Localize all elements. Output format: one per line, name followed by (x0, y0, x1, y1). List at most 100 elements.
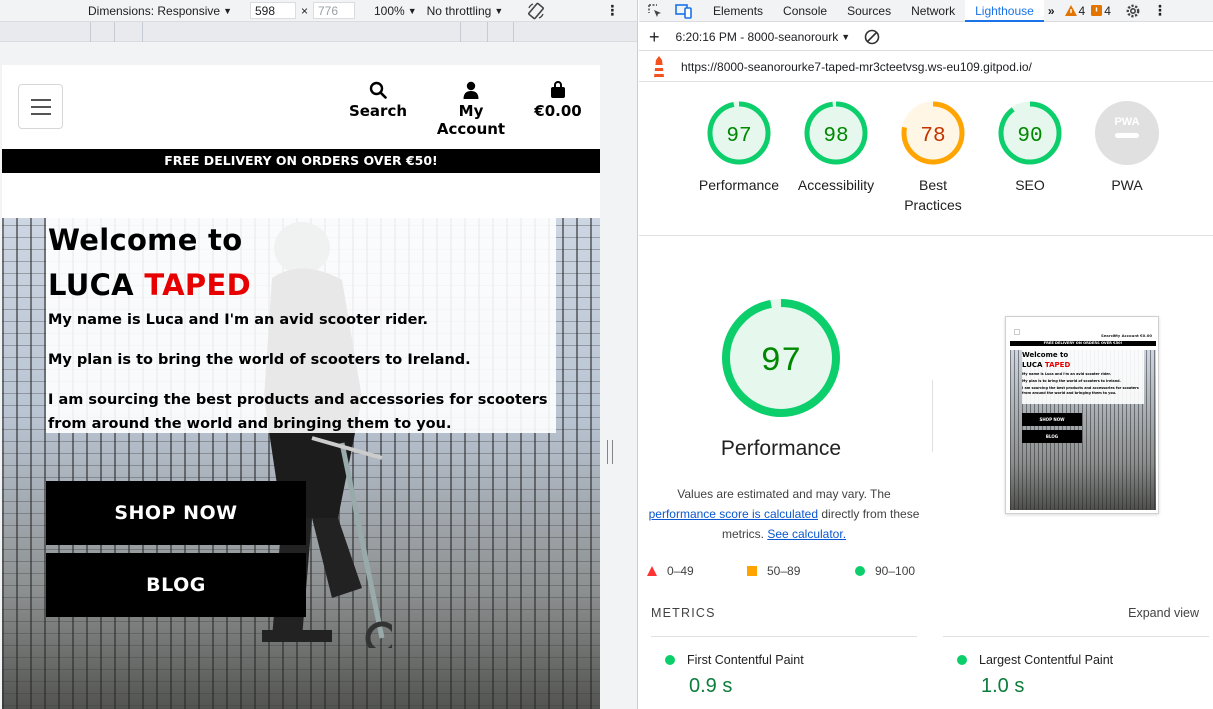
nav-search-label: Search (348, 102, 408, 120)
caret-down-icon: ▼ (223, 5, 232, 16)
nav-my-account[interactable]: My Account (422, 77, 520, 138)
performance-big-gauge: 97 (722, 299, 840, 417)
hero-title-brand: LUCA TAPED (48, 263, 556, 308)
tab-lighthouse[interactable]: Lighthouse (965, 0, 1044, 22)
search-icon (348, 77, 408, 99)
thumb-hero: Welcome to LUCA TAPED My name is Luca an… (1010, 350, 1156, 510)
gauge-performance[interactable]: 97 Performance (684, 100, 794, 195)
gauge-performance-label: Performance (698, 177, 780, 193)
gauge-seo[interactable]: 90 SEO (975, 100, 1085, 195)
issue-square-icon (1091, 5, 1103, 16)
metrics-title: METRICS (651, 606, 716, 620)
report-url-bar: https://8000-seanorourke7-taped-mr3cteet… (639, 52, 1213, 82)
height-input[interactable] (313, 2, 355, 19)
gauge-best-practices-ring: 78 (901, 101, 965, 165)
clear-reports-icon[interactable] (864, 29, 880, 45)
metric-fcp-value: 0.9 s (689, 675, 733, 697)
hamburger-icon-line (30, 98, 51, 101)
more-tabs-icon[interactable]: » (1044, 4, 1059, 18)
blog-button[interactable]: BLOG (46, 553, 306, 617)
thumb-p1: My name is Luca and I'm an avid scooter … (1022, 372, 1111, 376)
thumb-shop-button: SHOP NOW (1022, 413, 1082, 426)
see-calculator-link[interactable]: See calculator. (767, 527, 846, 541)
device-toolbar: Dimensions: Responsive ▼ × 100% ▼ No thr… (0, 0, 637, 22)
hamburger-icon-line (30, 112, 51, 115)
gauge-performance-ring: 97 (707, 101, 771, 165)
rotate-icon[interactable] (527, 2, 545, 20)
throttling-dropdown[interactable]: No throttling ▼ (427, 4, 504, 18)
caret-down-icon: ▼ (407, 5, 417, 16)
menu-toggle-button[interactable] (18, 84, 63, 129)
pass-circle-icon (957, 655, 967, 665)
metric-lcp: Largest Contentful Paint 1.0 s (943, 636, 1209, 698)
hamburger-icon-line (30, 105, 51, 108)
dimensions-label: Dimensions: Responsive (88, 3, 221, 18)
device-toggle-icon[interactable] (675, 3, 693, 19)
device-emulation-pane: Dimensions: Responsive ▼ × 100% ▼ No thr… (0, 0, 638, 709)
gauge-accessibility-score: 98 (823, 125, 848, 148)
issues-count: 4 (1104, 3, 1111, 18)
thumb-hero-text: Welcome to LUCA TAPED My name is Luca an… (1022, 350, 1144, 404)
zoom-label: 100% (374, 3, 405, 18)
tab-console[interactable]: Console (773, 0, 837, 22)
throttling-label: No throttling (426, 3, 492, 18)
tab-elements[interactable]: Elements (703, 0, 773, 22)
devtools-menu-icon[interactable]: ⋮ (1153, 2, 1167, 19)
shop-now-button[interactable]: SHOP NOW (46, 481, 306, 545)
score-gauges: 97 Performance 98 Accessibility 78 Best … (639, 96, 1213, 236)
score-calculation-link[interactable]: performance score is calculated (649, 507, 818, 521)
gauge-seo-label: SEO (1015, 177, 1045, 193)
metric-fcp-name: First Contentful Paint (687, 653, 804, 667)
devtools-tab-bar: Elements Console Sources Network Lightho… (639, 0, 1213, 22)
warning-triangle-icon (1064, 5, 1077, 16)
hero-section: Welcome to LUCA TAPED My name is Luca an… (2, 218, 600, 709)
gauge-accessibility[interactable]: 98 Accessibility (781, 100, 891, 195)
thumb-brand-taped: TAPED (1044, 361, 1071, 369)
gauge-pwa[interactable]: PWA PWA (1072, 100, 1182, 195)
nav-cart[interactable]: €0.00 (532, 77, 584, 120)
caret-down-icon: ▼ (841, 31, 851, 42)
legend-pass: 90–100 (855, 564, 915, 578)
gauge-best-practices[interactable]: 78 Best Practices (878, 100, 988, 215)
devtools-pane: Elements Console Sources Network Lightho… (639, 0, 1213, 709)
gauge-accessibility-label: Accessibility (797, 177, 875, 193)
hero-text-panel: Welcome to LUCA TAPED My name is Luca an… (46, 218, 556, 433)
metric-lcp-value: 1.0 s (981, 675, 1025, 697)
legend-average: 50–89 (747, 564, 800, 578)
zoom-dropdown[interactable]: 100% ▼ (374, 4, 417, 18)
emulated-viewport: Search My Account €0.00 FREE DELIVERY ON… (2, 65, 600, 709)
legend-fail-range: 0–49 (667, 564, 694, 578)
gauge-seo-ring: 90 (998, 101, 1062, 165)
hero-paragraph-3: I am sourcing the best products and acce… (48, 392, 548, 432)
inspect-element-icon[interactable] (647, 3, 663, 19)
viewport-resize-handle[interactable] (607, 440, 613, 464)
tab-sources[interactable]: Sources (837, 0, 901, 22)
more-options-icon[interactable]: ⋮ (605, 2, 619, 19)
average-square-icon (747, 566, 757, 576)
pass-circle-icon (665, 655, 675, 665)
fail-triangle-icon (647, 566, 657, 576)
settings-gear-icon[interactable] (1125, 3, 1141, 19)
gauge-performance-score: 97 (726, 125, 751, 148)
performance-big-score: 97 (761, 343, 802, 381)
thumb-p3: I am sourcing the best products and acce… (1022, 386, 1139, 395)
dimensions-dropdown[interactable]: Dimensions: Responsive ▼ (88, 4, 232, 18)
thumb-blog-button: BLOG (1022, 430, 1082, 443)
performance-note: Values are estimated and may vary. The p… (643, 484, 925, 544)
report-selector-label: 6:20:16 PM - 8000-seanorourk (675, 29, 839, 44)
report-selector-dropdown[interactable]: 6:20:16 PM - 8000-seanorourk ▼ (676, 30, 851, 44)
lighthouse-logo-icon (651, 55, 667, 78)
thumb-banner: FREE DELIVERY ON ORDERS OVER €50! (1010, 341, 1156, 346)
legend-pass-range: 90–100 (875, 564, 916, 578)
shopping-bag-icon (532, 77, 584, 99)
warnings-badge[interactable]: 4 (1064, 4, 1085, 18)
nav-search[interactable]: Search (348, 77, 408, 120)
media-query-ruler (0, 22, 637, 42)
new-report-plus-icon[interactable]: + (649, 28, 660, 46)
issues-badge[interactable]: 4 (1091, 4, 1111, 18)
expand-view-toggle[interactable]: Expand view (1128, 606, 1199, 620)
final-screenshot-thumbnail[interactable]: Search My Account €0.00 FREE DELIVERY ON… (1005, 316, 1159, 514)
report-url[interactable]: https://8000-seanorourke7-taped-mr3cteet… (681, 60, 1032, 74)
width-input[interactable] (249, 2, 296, 19)
tab-network[interactable]: Network (901, 0, 965, 22)
